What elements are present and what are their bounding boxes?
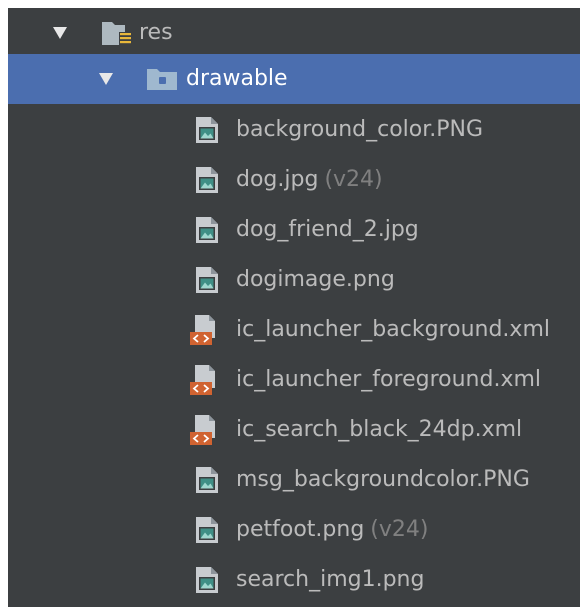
file-item[interactable]: ic_launcher_background.xml: [8, 305, 580, 355]
xml-file-icon: [190, 315, 215, 345]
image-file-icon: [196, 567, 218, 593]
image-file-icon: [196, 117, 218, 143]
file-name: msg_backgroundcolor.PNG: [236, 467, 530, 492]
file-name: dog_friend_2.jpg: [236, 217, 419, 242]
image-file-icon: [196, 217, 218, 243]
file-item[interactable]: search_img1.png: [8, 555, 580, 605]
tree-item-res[interactable]: res: [8, 8, 580, 58]
file-item[interactable]: ic_launcher_foreground.xml: [8, 355, 580, 405]
xml-file-icon: [190, 365, 215, 395]
file-name: petfoot.png: [236, 517, 365, 542]
project-tree-panel: res drawable background_color.PNG dog.jp…: [8, 8, 580, 607]
file-name: search_img1.png: [236, 567, 425, 592]
file-name: ic_launcher_foreground.xml: [236, 367, 542, 392]
tree-item-drawable[interactable]: drawable: [8, 54, 580, 104]
file-item[interactable]: msg_backgroundcolor.PNG: [8, 455, 580, 505]
file-suffix: (v24): [370, 517, 429, 542]
tree-item-label: drawable: [186, 66, 288, 91]
xml-file-icon: [190, 415, 215, 445]
image-file-icon: [196, 517, 218, 543]
expand-arrow-icon[interactable]: [99, 73, 113, 85]
file-item[interactable]: dog_friend_2.jpg: [8, 205, 580, 255]
image-file-icon: [196, 467, 218, 493]
image-file-icon: [196, 167, 218, 193]
resource-folder-icon: [102, 22, 131, 46]
folder-icon: [147, 69, 177, 90]
file-name: dog.jpg: [236, 167, 319, 192]
file-name: dogimage.png: [236, 267, 395, 292]
file-item[interactable]: dog.jpg (v24): [8, 155, 580, 205]
file-name: background_color.PNG: [236, 117, 484, 142]
file-item[interactable]: background_color.PNG: [8, 105, 580, 155]
file-name: ic_launcher_background.xml: [236, 317, 550, 342]
expand-arrow-icon[interactable]: [53, 27, 67, 39]
file-suffix: (v24): [324, 167, 383, 192]
file-item[interactable]: petfoot.png (v24): [8, 505, 580, 555]
file-item[interactable]: dogimage.png: [8, 255, 580, 305]
image-file-icon: [196, 267, 218, 293]
tree-item-label: res: [139, 20, 173, 45]
file-name: ic_search_black_24dp.xml: [236, 417, 523, 442]
file-item[interactable]: ic_search_black_24dp.xml: [8, 405, 580, 455]
